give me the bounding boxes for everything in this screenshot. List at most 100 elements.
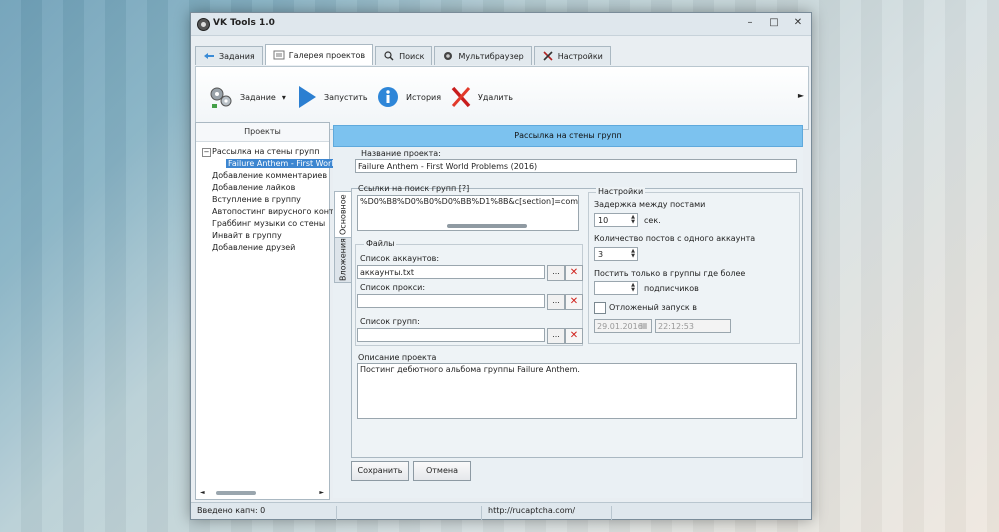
task-menu-button[interactable]: Задание ▾	[208, 77, 286, 117]
posts-label: Количество постов с одного аккаунта	[594, 234, 756, 243]
window-title: VK Tools 1.0	[213, 18, 275, 28]
close-button[interactable]: ✕	[787, 15, 809, 31]
info-icon	[378, 87, 398, 107]
accounts-clear-icon[interactable]: ✕	[565, 265, 583, 281]
vtab-attachments[interactable]: Вложения	[334, 237, 352, 283]
tree-horizontal-scrollbar[interactable]: ◄ ►	[200, 489, 324, 497]
date-value: 29.01.2016	[597, 322, 643, 331]
tree-item-join-group[interactable]: Вступление в группу	[200, 194, 329, 206]
minimize-button[interactable]: –	[739, 15, 761, 31]
delay-label: Задержка между постами	[594, 200, 706, 209]
tree-item-label: Failure Anthem - First World F	[226, 159, 348, 168]
run-button[interactable]: Запустить	[296, 77, 368, 117]
save-button[interactable]: Сохранить	[351, 461, 409, 481]
delayed-start-label: Отложеный запуск в	[609, 303, 697, 312]
tree-item-label: Инвайт в группу	[212, 231, 282, 240]
stepper-arrows-icon[interactable]: ▲ ▼	[631, 215, 635, 225]
description-textarea[interactable]: Постинг дебютного альбома группы Failure…	[357, 363, 797, 419]
tab-settings-label: Настройки	[557, 51, 603, 61]
proxy-label: Список прокси:	[360, 283, 426, 292]
tree-item-project[interactable]: Failure Anthem - First World F	[200, 158, 348, 170]
tree-item-label: Автопостинг вирусного контен	[212, 207, 344, 216]
tree-item-comments[interactable]: Добавление комментариев	[200, 170, 329, 182]
tree-item-autoposting[interactable]: Автопостинг вирусного контен	[200, 206, 344, 218]
tab-search-label: Поиск	[399, 51, 425, 61]
tree-item-add-friends[interactable]: Добавление друзей	[200, 242, 329, 254]
proxy-browse-button[interactable]: ...	[547, 294, 565, 310]
history-button[interactable]: История	[376, 77, 441, 117]
delay-value: 10	[598, 216, 609, 225]
tab-gallery[interactable]: Галерея проектов	[264, 44, 374, 65]
accounts-label: Список аккаунтов:	[360, 254, 440, 263]
cancel-button[interactable]: Отмена	[413, 461, 471, 481]
tab-settings[interactable]: Настройки	[533, 46, 611, 65]
ribbon-more-icon[interactable]: ►	[798, 91, 804, 100]
delete-icon	[451, 86, 471, 108]
tree-item-likes[interactable]: Добавление лайков	[200, 182, 329, 194]
tab-multibrowser[interactable]: Мультибраузер	[434, 46, 532, 65]
project-name-input[interactable]: Failure Anthem - First World Problems (2…	[355, 159, 797, 173]
delay-stepper[interactable]: 10 ▲ ▼	[594, 213, 638, 227]
time-value: 22:12:53	[658, 322, 694, 331]
tab-search[interactable]: Поиск	[375, 46, 433, 65]
status-separator	[481, 506, 482, 520]
proxy-input[interactable]	[357, 294, 545, 308]
min-subs-stepper[interactable]: ▲ ▼	[594, 281, 638, 295]
links-scroll-thumb[interactable]	[447, 224, 527, 228]
tree-item-wall-mailing[interactable]: − Рассылка на стены групп	[200, 146, 329, 158]
groups-label: Список групп:	[360, 317, 420, 326]
delay-unit: сек.	[644, 216, 661, 225]
delete-button[interactable]: Удалить	[450, 77, 513, 117]
accounts-browse-button[interactable]: ...	[547, 265, 565, 281]
accounts-input[interactable]: аккаунты.txt	[357, 265, 545, 279]
vtab-main[interactable]: Основное	[334, 191, 352, 239]
tree-item-music-grabbing[interactable]: Граббинг музыки со стены	[200, 218, 329, 230]
settings-icon	[543, 51, 553, 61]
tree-item-label: Рассылка на стены групп	[212, 147, 320, 156]
stepper-arrows-icon[interactable]: ▲ ▼	[631, 249, 635, 259]
files-label: Файлы	[364, 239, 397, 248]
run-label: Запустить	[324, 92, 368, 102]
groups-input[interactable]	[357, 328, 545, 342]
projects-panel: Проекты − Рассылка на стены групп Failur…	[195, 122, 348, 500]
title-bar: VK Tools 1.0 – □ ✕	[191, 13, 811, 36]
min-subs-label: Постить только в группы где более	[594, 269, 746, 278]
posts-value: 3	[598, 250, 604, 259]
tab-multibrowser-label: Мультибраузер	[458, 51, 524, 61]
tree-item-label: Добавление комментариев	[212, 171, 328, 180]
tree-item-invite[interactable]: Инвайт в группу	[200, 230, 329, 242]
min-subs-unit: подписчиков	[644, 284, 699, 293]
projects-header: Проекты	[196, 123, 329, 142]
search-icon	[384, 51, 394, 61]
task-menu-label: Задание	[240, 92, 276, 102]
gears-icon	[210, 87, 232, 108]
ribbon-toolbar: Задание ▾ Запустить История Удалить ►	[195, 66, 809, 130]
captcha-service-url: http://rucaptcha.com/	[488, 506, 576, 515]
history-label: История	[406, 92, 442, 102]
scroll-left-icon[interactable]: ◄	[200, 489, 205, 496]
app-logo-icon	[197, 18, 210, 31]
chevron-down-icon: ▾	[281, 92, 286, 102]
scroll-thumb[interactable]	[216, 491, 256, 495]
collapse-icon[interactable]: −	[202, 148, 211, 157]
groups-clear-icon[interactable]: ✕	[565, 328, 583, 344]
scroll-right-icon[interactable]: ►	[319, 489, 324, 496]
time-picker[interactable]: 22:12:53	[655, 319, 731, 333]
delete-label: Удалить	[478, 92, 513, 102]
tree-item-label: Добавление друзей	[212, 243, 296, 252]
proxy-clear-icon[interactable]: ✕	[565, 294, 583, 310]
tab-tasks-label: Задания	[219, 51, 255, 61]
stepper-arrows-icon[interactable]: ▲ ▼	[631, 283, 635, 293]
tab-tasks[interactable]: Задания	[195, 46, 263, 65]
calendar-icon[interactable]: ▦	[640, 321, 648, 330]
search-links-label: Ссылки на поиск групп [?]	[358, 184, 470, 193]
status-separator	[336, 506, 337, 520]
app-window: VK Tools 1.0 – □ ✕ Задания Галерея проек…	[190, 12, 812, 520]
project-name-label: Название проекта:	[361, 149, 441, 158]
maximize-button[interactable]: □	[763, 15, 785, 31]
tab-gallery-label: Галерея проектов	[288, 50, 366, 60]
delayed-start-checkbox[interactable]	[594, 302, 606, 314]
posts-stepper[interactable]: 3 ▲ ▼	[594, 247, 638, 261]
groups-browse-button[interactable]: ...	[547, 328, 565, 344]
browser-icon	[444, 52, 453, 60]
